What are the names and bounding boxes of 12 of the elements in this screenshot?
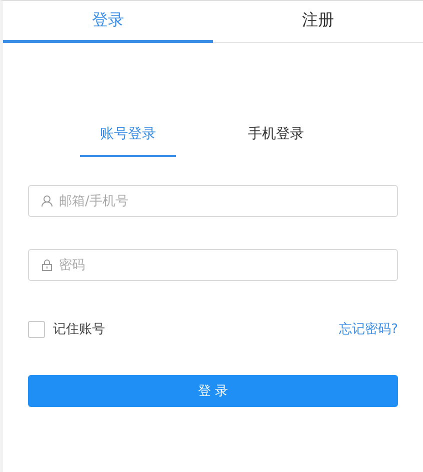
input-field[interactable]: 密码 [28,249,398,281]
input-field[interactable]: 邮箱/手机号 [28,185,398,217]
login-button[interactable]: 登 录 [28,375,398,407]
login-mode-tab[interactable]: 手机登录 [228,125,324,157]
login-mode-tab[interactable]: 账号登录 [80,125,176,157]
user-icon [41,195,53,207]
remember-label: 记住账号 [53,321,105,338]
tab[interactable]: 注册 [213,1,423,43]
checkbox[interactable] [28,320,45,338]
forgot-password-link[interactable]: 忘记密码? [339,320,398,338]
tab[interactable]: 登录 [3,1,213,43]
lock-icon [41,259,53,271]
